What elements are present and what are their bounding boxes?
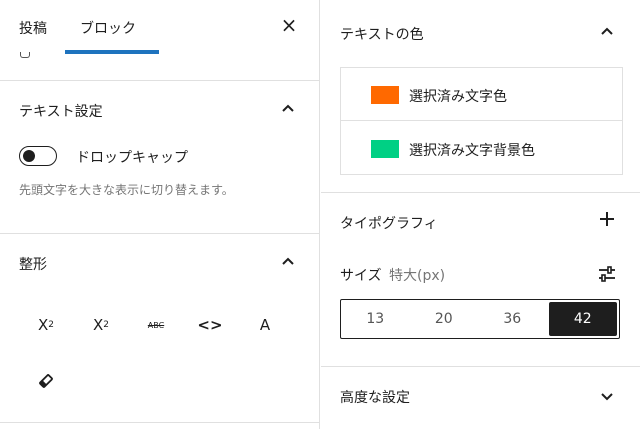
- custom-size-settings-icon[interactable]: [598, 266, 616, 282]
- background-color-label: 選択済み文字背景色: [409, 143, 535, 159]
- typography-title[interactable]: タイポグラフィ: [340, 213, 438, 233]
- chevron-down-icon[interactable]: [600, 389, 614, 403]
- font-size-option-36[interactable]: 36: [478, 300, 547, 338]
- tab-post[interactable]: 投稿: [19, 18, 47, 38]
- eraser-icon: [39, 374, 53, 388]
- inline-code-button[interactable]: <>: [192, 307, 228, 343]
- sidebar-tabs: 投稿 ブロック ×: [0, 0, 320, 56]
- subscript-base: X: [92, 316, 104, 334]
- drop-cap-help: 先頭文字を大きな表示に切り替えます。: [19, 183, 234, 197]
- divider: [321, 192, 640, 193]
- tab-block[interactable]: ブロック: [80, 18, 136, 38]
- chevron-up-icon[interactable]: [281, 102, 295, 116]
- superscript-exp: 2: [48, 320, 54, 330]
- text-color-option[interactable]: 選択済み文字色: [341, 68, 622, 121]
- font-size-option-20[interactable]: 20: [410, 300, 479, 338]
- block-settings-panel: 投稿 ブロック × テキスト設定 ドロップキャップ 先頭文字を大きな表示に切り替…: [0, 0, 320, 429]
- advanced-title[interactable]: 高度な設定: [340, 387, 410, 407]
- chevron-up-icon[interactable]: [281, 255, 295, 269]
- superscript-base: X: [37, 316, 49, 334]
- superscript-button[interactable]: X2: [28, 307, 64, 343]
- subscript-exp: 2: [103, 320, 109, 330]
- font-size-picker: 13 20 36 42: [340, 299, 620, 339]
- font-size-value: 特大(px): [389, 268, 446, 284]
- color-swatch: [371, 86, 399, 104]
- text-settings-title[interactable]: テキスト設定: [19, 101, 103, 121]
- close-icon[interactable]: ×: [279, 14, 299, 36]
- font-size-option-42[interactable]: 42: [548, 302, 617, 336]
- drop-cap-label: ドロップキャップ: [76, 150, 188, 166]
- subscript-button[interactable]: X2: [83, 307, 119, 343]
- font-size-label: サイズ: [340, 268, 382, 284]
- formatting-title[interactable]: 整形: [19, 254, 47, 274]
- active-tab-indicator: [65, 50, 159, 54]
- divider: [0, 233, 320, 234]
- color-typography-panel: テキストの色 選択済み文字色 選択済み文字背景色 タイポグラフィ サイズ 特大(…: [321, 0, 640, 429]
- text-button[interactable]: A: [247, 307, 283, 343]
- plus-icon[interactable]: [598, 210, 616, 228]
- background-color-option[interactable]: 選択済み文字背景色: [341, 122, 622, 175]
- color-swatch: [371, 140, 399, 158]
- strikethrough-button[interactable]: ABC: [138, 307, 174, 343]
- drop-cap-toggle[interactable]: [19, 146, 57, 166]
- divider: [0, 80, 320, 81]
- text-color-title[interactable]: テキストの色: [340, 24, 424, 44]
- text-color-label: 選択済み文字色: [409, 89, 507, 105]
- clear-formatting-button[interactable]: [28, 363, 64, 399]
- code-icon: <>: [197, 316, 223, 334]
- divider: [321, 366, 640, 367]
- text-icon: A: [259, 316, 271, 334]
- partial-icon: [20, 52, 30, 58]
- toggle-knob: [23, 150, 35, 162]
- chevron-up-icon[interactable]: [600, 25, 614, 39]
- color-settings-list: 選択済み文字色 選択済み文字背景色: [340, 67, 623, 175]
- strikethrough-icon: ABC: [147, 320, 165, 330]
- divider: [0, 422, 320, 423]
- font-size-option-13[interactable]: 13: [341, 300, 410, 338]
